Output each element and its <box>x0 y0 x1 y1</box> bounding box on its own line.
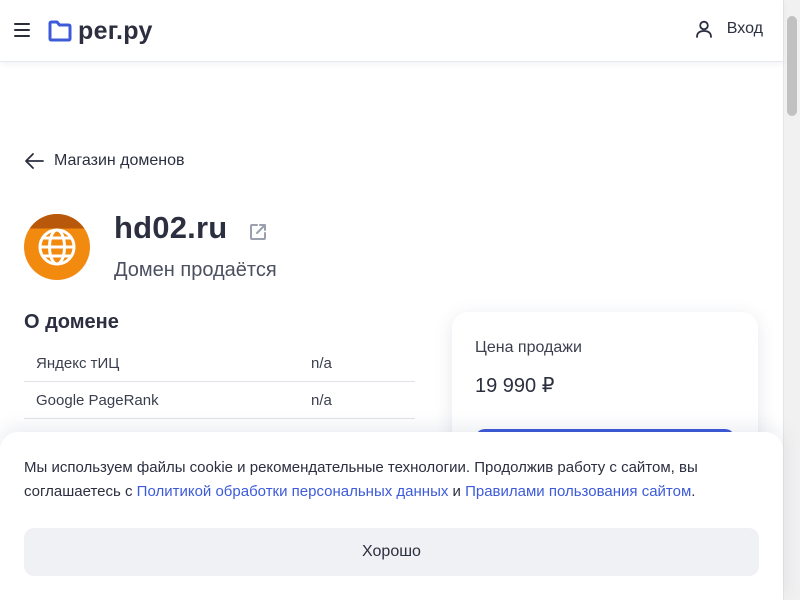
about-domain-title: О домене <box>24 311 119 333</box>
row-value: n/a <box>311 355 332 372</box>
cookie-text: Мы используем файлы cookie и рекомендате… <box>24 456 744 504</box>
domain-status: Домен продаётся <box>114 259 277 281</box>
globe-icon <box>38 228 76 266</box>
privacy-policy-link[interactable]: Политикой обработки персональных данных <box>137 483 449 500</box>
table-row: Google PageRank n/a <box>24 382 415 419</box>
cookie-banner: Мы используем файлы cookie и рекомендате… <box>0 432 783 600</box>
domain-avatar <box>24 214 90 280</box>
folder-icon <box>48 20 72 42</box>
logo-text: рег.ру <box>78 16 153 45</box>
about-domain-table: Яндекс тИЦ n/a Google PageRank n/a <box>24 345 415 419</box>
login-label: Вход <box>726 20 763 37</box>
price-label: Цена продажи <box>475 339 582 356</box>
breadcrumb-label: Магазин доменов <box>54 152 185 169</box>
scrollbar-thumb[interactable] <box>787 16 797 116</box>
terms-of-use-link[interactable]: Правилами пользования сайтом <box>465 483 691 500</box>
logo[interactable]: рег.ру <box>48 17 153 45</box>
back-to-domain-shop-link[interactable]: Магазин доменов <box>24 152 185 170</box>
login-button[interactable]: Вход <box>695 20 763 38</box>
menu-icon[interactable] <box>14 23 30 37</box>
site-header: рег.ру Вход <box>0 0 783 62</box>
page-scrollbar[interactable] <box>783 0 800 600</box>
row-value: n/a <box>311 392 332 409</box>
user-icon <box>695 20 712 38</box>
table-row: Яндекс тИЦ n/a <box>24 345 415 382</box>
external-link-icon[interactable] <box>248 222 268 242</box>
cookie-text-and: и <box>448 483 466 500</box>
row-key: Google PageRank <box>36 392 159 409</box>
cookie-accept-button[interactable]: Хорошо <box>24 528 759 576</box>
row-key: Яндекс тИЦ <box>36 355 120 372</box>
arrow-left-icon <box>25 153 44 169</box>
price-value: 19 990 ₽ <box>475 375 555 397</box>
cookie-text-after: . <box>691 483 696 500</box>
domain-name: hd02.ru <box>114 210 228 245</box>
